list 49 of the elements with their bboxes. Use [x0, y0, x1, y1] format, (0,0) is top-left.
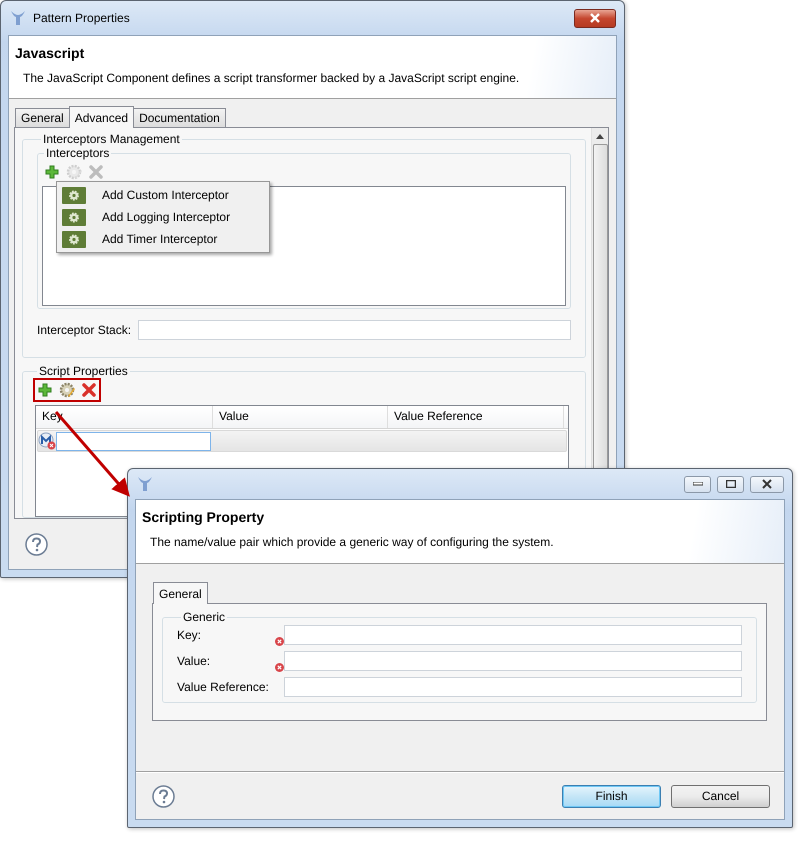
field-label: Value Reference:	[177, 680, 270, 694]
maximize-button[interactable]	[717, 476, 744, 492]
column-header[interactable]: Value	[213, 406, 388, 428]
text-field[interactable]	[284, 651, 742, 671]
dialog-button[interactable]: Finish	[562, 784, 661, 808]
minimize-icon	[692, 482, 702, 486]
text-field[interactable]	[284, 677, 742, 697]
text-field[interactable]	[284, 625, 742, 645]
close-icon	[761, 479, 773, 489]
delete-icon[interactable]	[81, 382, 97, 398]
group-title: Generic	[182, 610, 226, 624]
key-input[interactable]	[56, 432, 211, 450]
column-header[interactable]: Value Reference	[388, 406, 564, 428]
gear-icon	[62, 186, 86, 204]
tab[interactable]: Documentation	[133, 108, 226, 127]
group-title: Script Properties	[38, 364, 129, 378]
tab[interactable]: General	[15, 108, 70, 127]
gear-icon[interactable]	[59, 382, 75, 398]
menu-item[interactable]: Add Logging Interceptor	[102, 210, 230, 224]
dialog-button[interactable]: Cancel	[671, 784, 770, 808]
gear-icon	[62, 208, 86, 226]
help-icon[interactable]	[25, 532, 48, 556]
tab[interactable]: General	[153, 582, 208, 604]
add-icon[interactable]	[44, 164, 60, 180]
help-icon[interactable]	[152, 784, 175, 808]
group-title: Interceptors	[45, 146, 110, 160]
dialog-description: The name/value pair which provide a generic way of configuring the system.	[150, 535, 554, 549]
gear-icon	[62, 230, 86, 248]
field-label: Interceptor Stack:	[37, 323, 132, 337]
menu-item[interactable]: Add Custom Interceptor	[102, 188, 229, 202]
field-label: Key:	[177, 628, 202, 642]
close-button[interactable]	[574, 8, 616, 28]
tab[interactable]: Advanced	[68, 106, 134, 128]
scroll-up-icon[interactable]	[596, 134, 604, 138]
add-icon[interactable]	[37, 382, 53, 398]
field-label: Value:	[177, 654, 212, 668]
close-button[interactable]	[750, 476, 784, 492]
menu-item[interactable]: Add Timer Interceptor	[102, 232, 218, 246]
dialog-heading: Scripting Property	[142, 509, 264, 525]
dialog-description: The JavaScript Component defines a script transformer backed by a JavaScript script engine.	[23, 71, 520, 85]
group-title: Interceptors Management	[42, 132, 181, 146]
app-icon	[9, 9, 27, 27]
interceptor-stack-field[interactable]	[138, 320, 571, 340]
dialog-heading: Javascript	[15, 45, 84, 61]
maximize-icon	[726, 480, 736, 488]
window-title: Pattern Properties	[33, 11, 130, 25]
minimize-button[interactable]	[684, 476, 711, 492]
close-icon	[589, 13, 601, 23]
app-icon	[136, 475, 154, 493]
